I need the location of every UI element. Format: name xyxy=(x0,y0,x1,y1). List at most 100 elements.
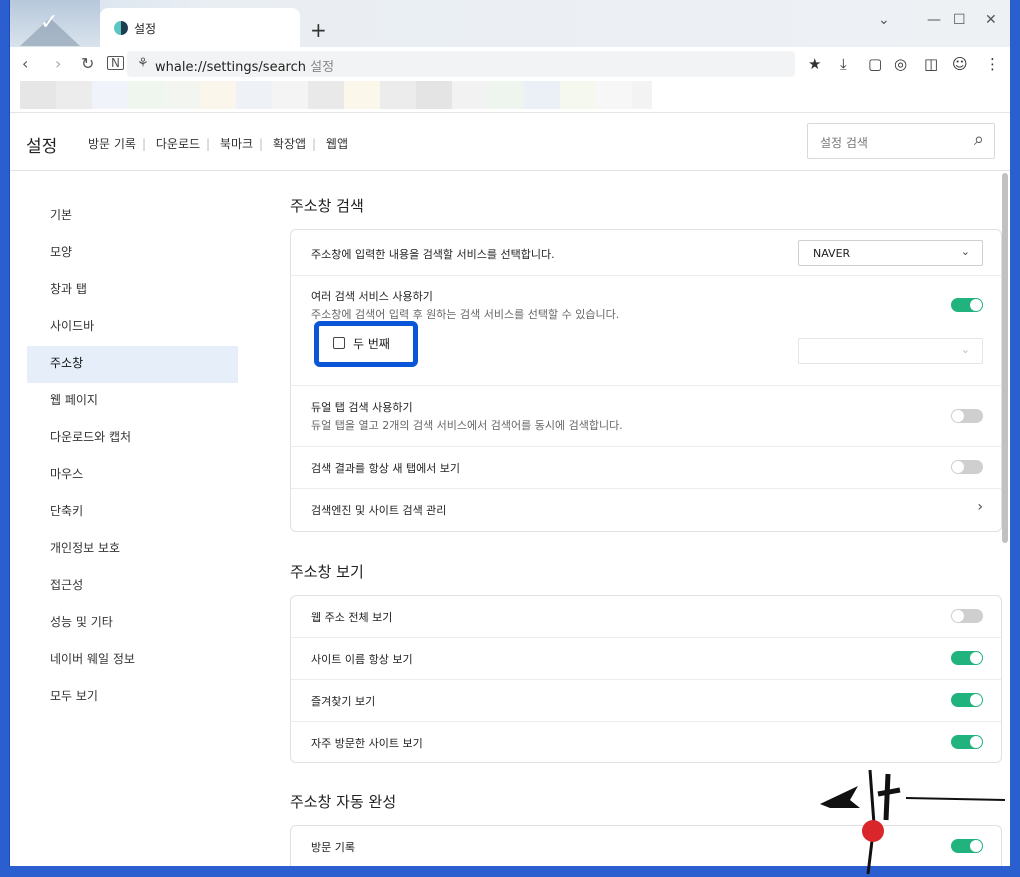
settings-sidebar: 기본 모양 창과 탭 사이드바 주소창 웹 페이지 다운로드와 캡처 마우스 단… xyxy=(27,198,238,716)
site-name-label: 사이트 이름 항상 보기 xyxy=(311,653,413,666)
bookmark-item[interactable] xyxy=(596,81,632,109)
section-title-autocomplete: 주소창 자동 완성 xyxy=(290,793,397,811)
capture-icon[interactable]: ▢ xyxy=(868,55,882,73)
sidebar-item-web-page[interactable]: 웹 페이지 xyxy=(27,383,238,420)
bookmark-item[interactable] xyxy=(344,81,380,109)
tab-settings[interactable]: 설정 xyxy=(100,8,300,47)
manage-engines-label: 검색엔진 및 사이트 검색 관리 xyxy=(311,504,447,517)
bookmark-item[interactable] xyxy=(488,81,524,109)
bookmark-item[interactable] xyxy=(524,81,560,109)
link-downloads[interactable]: 다운로드 xyxy=(156,137,200,151)
sidebar-item-privacy[interactable]: 개인정보 보호 xyxy=(27,531,238,568)
sidebar-item-windows-tabs[interactable]: 창과 탭 xyxy=(27,272,238,309)
manage-engines-row[interactable]: 검색엔진 및 사이트 검색 관리 › xyxy=(291,489,1001,531)
dual-tab-label: 듀얼 탭 검색 사용하기 xyxy=(311,401,413,414)
header-links: 방문 기록 | 다운로드 | 북마크 | 확장앱 | 웹앱 xyxy=(88,137,348,151)
sidebar-item-performance[interactable]: 성능 및 기타 xyxy=(27,605,238,642)
sidebar-item-view-all[interactable]: 모두 보기 xyxy=(27,679,238,716)
sidebar-item-download-capture[interactable]: 다운로드와 캡처 xyxy=(27,420,238,457)
view-row: 사이트 이름 항상 보기 xyxy=(291,638,1001,680)
bookmark-item[interactable] xyxy=(380,81,416,109)
view-row: 웹 주소 전체 보기 xyxy=(291,596,1001,638)
site-info-icon[interactable]: ⚘ xyxy=(137,56,149,71)
scrollbar[interactable] xyxy=(1001,171,1009,866)
bookmark-item[interactable] xyxy=(416,81,452,109)
sidebar-item-mouse[interactable]: 마우스 xyxy=(27,457,238,494)
maximize-icon[interactable]: ☐ xyxy=(953,12,966,28)
bookmark-item[interactable] xyxy=(200,81,236,109)
multi-search-toggle[interactable] xyxy=(951,298,983,312)
bookmark-item[interactable] xyxy=(56,81,92,109)
back-icon[interactable]: ‹ xyxy=(22,54,28,73)
site-name-toggle[interactable] xyxy=(951,651,983,665)
tab-title: 설정 xyxy=(134,22,157,36)
forward-icon[interactable]: › xyxy=(55,54,61,73)
section-title-search: 주소창 검색 xyxy=(290,197,364,215)
bookmark-item[interactable] xyxy=(632,81,652,109)
view-settings-card: 웹 주소 전체 보기 사이트 이름 항상 보기 즐겨찾기 보기 자주 방문한 사… xyxy=(290,595,1002,763)
sidebar-item-address-bar[interactable]: 주소창 xyxy=(27,346,238,383)
bookmark-item[interactable] xyxy=(164,81,200,109)
link-bookmarks[interactable]: 북마크 xyxy=(220,137,253,151)
minimize-icon[interactable]: — xyxy=(927,12,941,28)
bookmark-item[interactable] xyxy=(308,81,344,109)
download-icon[interactable]: ⤓ xyxy=(840,55,847,73)
bookmark-item[interactable] xyxy=(20,81,56,109)
chevron-right-icon: › xyxy=(977,499,983,515)
second-engine-select[interactable]: ⌄ xyxy=(798,338,983,364)
search-icon[interactable]: ⌕ xyxy=(974,129,984,150)
page-title: 설정 xyxy=(26,137,58,157)
new-tab-row: 검색 결과를 항상 새 탭에서 보기 xyxy=(291,447,1001,489)
sidebar-toggle-icon[interactable]: ◫ xyxy=(924,55,938,73)
more-menu-icon[interactable]: ⋮ xyxy=(985,55,1000,73)
screenshot-icon[interactable]: ◎ xyxy=(894,55,907,73)
engine-label: 주소창에 입력한 내용을 검색할 서비스를 선택합니다. xyxy=(311,248,555,261)
favorites-label: 즐겨찾기 보기 xyxy=(311,695,376,708)
tab-list-icon[interactable]: ⌄ xyxy=(878,12,890,28)
theme-art: ✓ xyxy=(10,0,100,47)
sidebar-item-about[interactable]: 네이버 웨일 정보 xyxy=(27,642,238,679)
favorites-toggle[interactable] xyxy=(951,693,983,707)
multi-search-description: 주소창에 검색어 입력 후 원하는 검색 서비스를 선택할 수 있습니다. xyxy=(311,308,620,321)
bookmark-item[interactable] xyxy=(128,81,164,109)
sidebar-item-basic[interactable]: 기본 xyxy=(27,198,238,235)
link-extensions[interactable]: 확장앱 xyxy=(273,137,306,151)
link-history[interactable]: 방문 기록 xyxy=(88,137,136,151)
dual-tab-description: 듀얼 탭을 열고 2개의 검색 서비스에서 검색어를 동시에 검색합니다. xyxy=(311,419,623,432)
bookmarks-bar xyxy=(10,81,1010,113)
sidebar-item-accessibility[interactable]: 접근성 xyxy=(27,568,238,605)
section-title-view: 주소창 보기 xyxy=(290,563,364,581)
new-tab-toggle[interactable] xyxy=(951,460,983,474)
settings-search-input[interactable]: 설정 검색 ⌕ xyxy=(807,123,995,159)
dual-tab-row: 듀얼 탭 검색 사용하기 듀얼 탭을 열고 2개의 검색 서비스에서 검색어를 … xyxy=(291,386,1001,447)
profile-icon[interactable]: ☺ xyxy=(952,55,968,73)
reader-icon[interactable]: N xyxy=(107,56,124,70)
search-engine-value: NAVER xyxy=(813,247,851,260)
second-engine-label: 두 번째 xyxy=(353,337,390,351)
link-webapps[interactable]: 웹앱 xyxy=(326,137,348,151)
dual-tab-toggle[interactable] xyxy=(951,409,983,423)
chevron-down-icon: ⌄ xyxy=(960,343,970,356)
sidebar-item-appearance[interactable]: 모양 xyxy=(27,235,238,272)
scrollbar-thumb[interactable] xyxy=(1002,173,1008,543)
close-icon[interactable]: ✕ xyxy=(985,12,997,28)
new-tab-label: 검색 결과를 항상 새 탭에서 보기 xyxy=(311,462,461,475)
url-text[interactable]: whale://settings/search 설정 xyxy=(155,56,334,75)
whale-logo-icon: ✓ xyxy=(40,10,59,35)
sidebar-item-shortcuts[interactable]: 단축키 xyxy=(27,494,238,531)
bookmark-item[interactable] xyxy=(92,81,128,109)
address-bar[interactable]: ⚘ whale://settings/search 설정 xyxy=(127,51,795,77)
second-engine-checkbox[interactable] xyxy=(333,337,345,349)
bookmark-item[interactable] xyxy=(560,81,596,109)
bookmark-star-icon[interactable]: ★ xyxy=(808,55,821,73)
bookmark-item[interactable] xyxy=(272,81,308,109)
sidebar-item-sidebar[interactable]: 사이드바 xyxy=(27,309,238,346)
bookmark-item[interactable] xyxy=(452,81,488,109)
full-url-toggle[interactable] xyxy=(951,609,983,623)
title-bar: ✓ 설정 + ⌄ — ☐ ✕ xyxy=(10,0,1010,47)
reload-icon[interactable]: ↻ xyxy=(81,54,94,73)
search-engine-select[interactable]: NAVER ⌄ xyxy=(798,240,983,266)
new-tab-button[interactable]: + xyxy=(310,20,327,40)
frequent-sites-toggle[interactable] xyxy=(951,735,983,749)
bookmark-item[interactable] xyxy=(236,81,272,109)
